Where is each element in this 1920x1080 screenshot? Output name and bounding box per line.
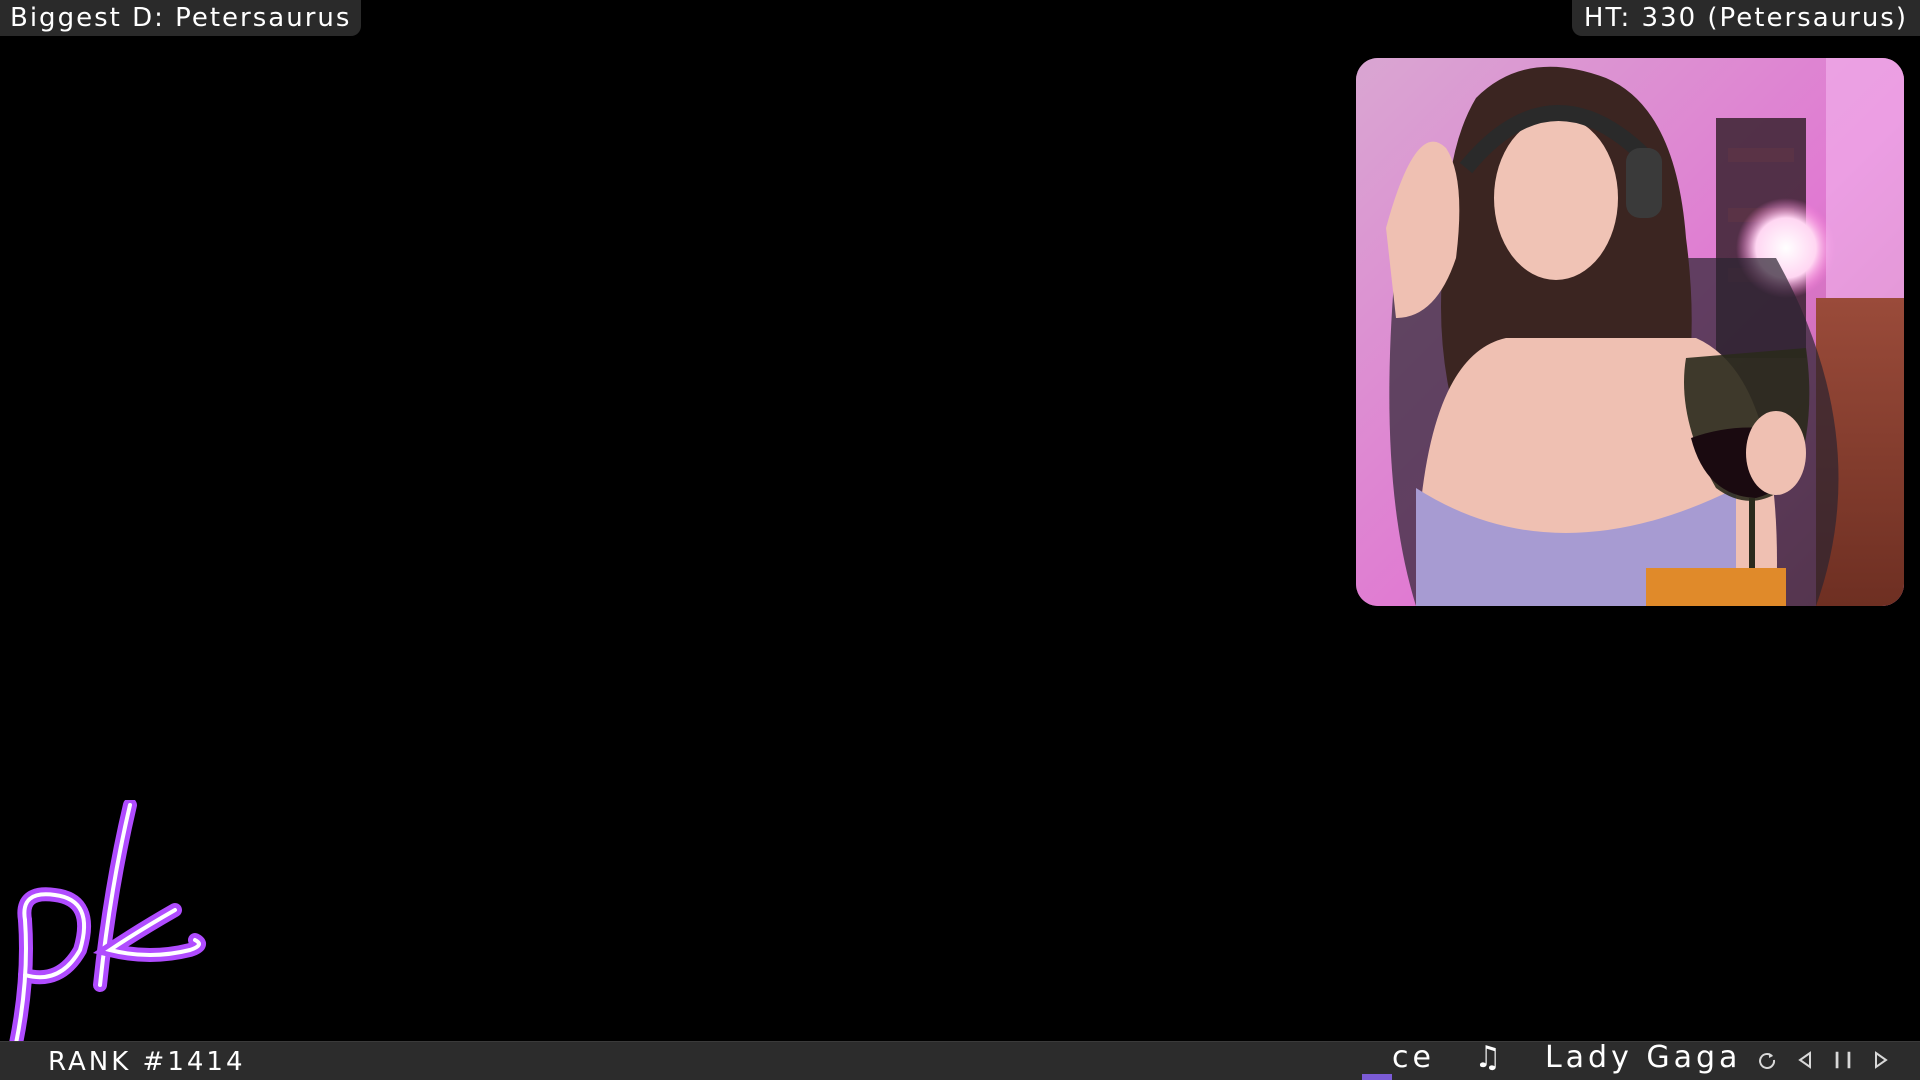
rank-label: RANK #1414	[48, 1047, 246, 1077]
next-icon[interactable]	[1870, 1045, 1892, 1075]
now-playing-artist: Lady Gaga	[1544, 1040, 1742, 1075]
stream-canvas: Biggest D: Petersaurus HT: 330 (Petersau…	[0, 0, 1920, 1080]
repeat-icon[interactable]	[1756, 1045, 1778, 1075]
accent-mark	[1362, 1074, 1392, 1080]
biggest-donation-label: Biggest D: Petersaurus	[0, 0, 362, 36]
webcam-feed	[1356, 58, 1904, 606]
webcam-image	[1356, 58, 1904, 606]
music-note-icon: ♫	[1474, 1040, 1506, 1075]
high-tip-label: HT: 330 (Petersaurus)	[1571, 0, 1920, 36]
pause-icon[interactable]	[1832, 1045, 1854, 1075]
now-playing: ce ♫ Lady Gaga	[1392, 1038, 1764, 1078]
player-controls	[1756, 1043, 1892, 1077]
pk-logo	[3, 800, 206, 1077]
previous-icon[interactable]	[1794, 1045, 1816, 1075]
now-playing-title-fragment: ce	[1392, 1040, 1435, 1075]
